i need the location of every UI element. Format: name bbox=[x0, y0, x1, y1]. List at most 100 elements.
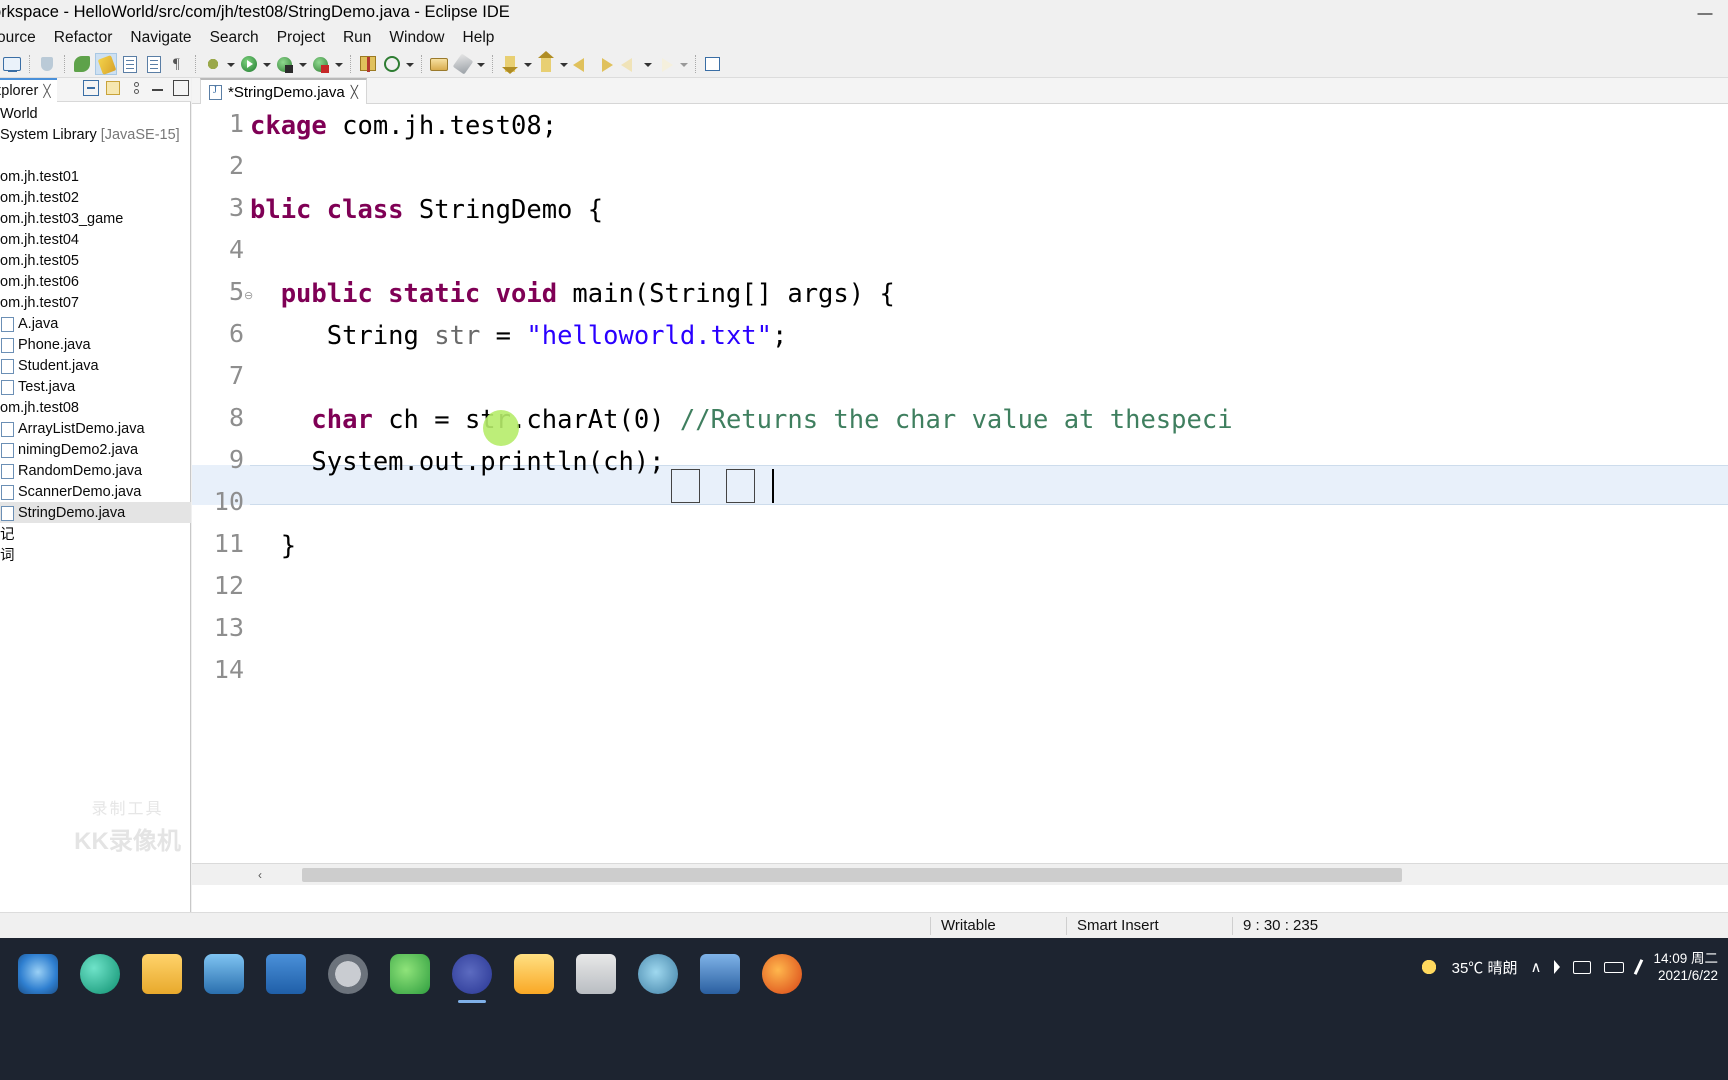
status-insert-mode: Smart Insert bbox=[1077, 917, 1159, 934]
git-dropdown-arrow[interactable] bbox=[404, 53, 416, 75]
tree-item-file-stringdemo-java[interactable]: StringDemo.java bbox=[0, 502, 191, 523]
speaker-mute-icon[interactable] bbox=[1554, 960, 1561, 974]
stop-server-icon[interactable] bbox=[310, 53, 332, 75]
word-icon[interactable] bbox=[266, 954, 306, 994]
import-icon[interactable] bbox=[499, 53, 521, 75]
tree-item-package-test05[interactable]: om.jh.test05 bbox=[0, 250, 191, 271]
sogou-input-icon[interactable] bbox=[514, 954, 554, 994]
next-edit-icon[interactable] bbox=[655, 53, 677, 75]
firefox-icon[interactable] bbox=[762, 954, 802, 994]
tree-item-file-arraylistdemo-java[interactable]: ArrayListDemo.java bbox=[0, 418, 191, 439]
menu-item-refactor[interactable]: Refactor bbox=[45, 27, 122, 49]
external-tools-dropdown-arrow[interactable] bbox=[475, 53, 487, 75]
forward-icon[interactable] bbox=[595, 53, 617, 75]
code-token: ch = str.charAt(0) bbox=[372, 405, 680, 435]
edge-browser-icon[interactable] bbox=[80, 954, 120, 994]
collapse-all-icon[interactable] bbox=[83, 80, 99, 96]
link-with-editor-icon[interactable] bbox=[106, 81, 120, 95]
typora-icon[interactable] bbox=[638, 954, 678, 994]
taskbar-clock[interactable]: 14:09 周二 2021/6/22 bbox=[1653, 950, 1718, 984]
tree-item-file-phone-java[interactable]: Phone.java bbox=[0, 334, 191, 355]
ime-pen-icon[interactable] bbox=[1634, 959, 1644, 975]
code-editor[interactable]: 1 2 3 4 5 ⊖ 6 7 8 9 10 11 12 13 14 ckage… bbox=[192, 105, 1728, 885]
minimize-icon[interactable] bbox=[150, 80, 166, 96]
view-menu-icon[interactable] bbox=[127, 80, 143, 96]
run-icon[interactable] bbox=[238, 53, 260, 75]
next-edit-dropdown-arrow[interactable] bbox=[678, 53, 690, 75]
tree-item-notes[interactable]: 记 bbox=[0, 523, 191, 544]
battery-icon[interactable] bbox=[1604, 961, 1625, 973]
export-dropdown-arrow[interactable] bbox=[558, 53, 570, 75]
server-dropdown-arrow[interactable] bbox=[297, 53, 309, 75]
file-manager-icon[interactable] bbox=[142, 954, 182, 994]
menu-item-help[interactable]: Help bbox=[454, 27, 504, 49]
scrollbar-thumb[interactable] bbox=[302, 868, 1402, 882]
network-icon[interactable] bbox=[1573, 960, 1592, 974]
external-tools-icon[interactable] bbox=[452, 52, 474, 75]
tree-item-file-test-java[interactable]: Test.java bbox=[0, 376, 191, 397]
menu-item-navigate[interactable]: Navigate bbox=[121, 27, 200, 49]
java-file-icon bbox=[0, 421, 14, 437]
virtualbox-icon[interactable] bbox=[700, 954, 740, 994]
open-folder-icon[interactable] bbox=[428, 53, 450, 75]
tree-item-file-scannerdemo-java[interactable]: ScannerDemo.java bbox=[0, 481, 191, 502]
stop-dropdown-arrow[interactable] bbox=[333, 53, 345, 75]
tree-item-project[interactable]: World bbox=[0, 103, 191, 124]
menu-item-window[interactable]: Window bbox=[380, 27, 453, 49]
tree-item-jre-library[interactable]: System Library [JavaSE-15] bbox=[0, 124, 191, 145]
folder-icon[interactable] bbox=[576, 954, 616, 994]
windows-start-icon[interactable] bbox=[18, 954, 58, 994]
tree-item-package-test04[interactable]: om.jh.test04 bbox=[0, 229, 191, 250]
tree-item-file-randomdemo-java[interactable]: RandomDemo.java bbox=[0, 460, 191, 481]
code-content[interactable]: ckage com.jh.test08; blic class StringDe… bbox=[250, 105, 1728, 885]
eclipse-icon[interactable] bbox=[452, 954, 492, 1003]
previous-edit-icon[interactable] bbox=[619, 53, 641, 75]
open-resource-icon[interactable] bbox=[143, 53, 165, 75]
settings-gear-icon[interactable] bbox=[328, 954, 368, 994]
tab-stringdemo-java[interactable]: *StringDemo.java ╳ bbox=[200, 78, 367, 104]
tree-item-package-test08[interactable]: om.jh.test08 bbox=[0, 397, 191, 418]
new-java-project-icon[interactable] bbox=[357, 53, 379, 75]
git-icon[interactable] bbox=[381, 53, 403, 75]
tree-item-package-test01[interactable]: om.jh.test01 bbox=[0, 166, 191, 187]
open-type-icon[interactable] bbox=[119, 53, 141, 75]
menu-item-source[interactable]: ource bbox=[0, 27, 45, 49]
debug-dropdown-arrow[interactable] bbox=[225, 53, 237, 75]
open-perspective-icon[interactable] bbox=[702, 53, 724, 75]
wechat-icon[interactable] bbox=[390, 954, 430, 994]
run-dropdown-arrow[interactable] bbox=[261, 53, 273, 75]
tree-item-package-test03-game[interactable]: om.jh.test03_game bbox=[0, 208, 191, 229]
import-dropdown-arrow[interactable] bbox=[522, 53, 534, 75]
highlight-marker-icon[interactable] bbox=[95, 52, 117, 75]
menu-item-project[interactable]: Project bbox=[268, 27, 334, 49]
back-icon[interactable] bbox=[571, 53, 593, 75]
tree-item-file-nimingdemo2-java[interactable]: nimingDemo2.java bbox=[0, 439, 191, 460]
export-icon[interactable] bbox=[535, 50, 557, 75]
show-whitespace-icon[interactable]: ¶ bbox=[167, 53, 189, 75]
tree-item-package-test06[interactable]: om.jh.test06 bbox=[0, 271, 191, 292]
maximize-icon[interactable] bbox=[173, 80, 189, 96]
chevron-up-icon[interactable]: ∧ bbox=[1530, 958, 1541, 976]
previous-edit-dropdown-arrow[interactable] bbox=[642, 53, 654, 75]
close-icon[interactable]: ╳ bbox=[43, 84, 50, 98]
horizontal-scrollbar[interactable]: ‹ bbox=[192, 863, 1728, 885]
debug-icon[interactable] bbox=[202, 53, 224, 75]
tree-item-file-student-java[interactable]: Student.java bbox=[0, 355, 191, 376]
scroll-left-arrow[interactable]: ‹ bbox=[252, 867, 268, 883]
minimize-button[interactable]: — bbox=[1682, 0, 1728, 26]
menu-item-search[interactable]: Search bbox=[201, 27, 268, 49]
save-icon[interactable] bbox=[71, 53, 93, 75]
tab-package-explorer[interactable]: xplorer ╳ bbox=[0, 78, 57, 102]
java-file-icon bbox=[0, 505, 14, 521]
tree-item-package-test07[interactable]: om.jh.test07 bbox=[0, 292, 191, 313]
search-app-icon[interactable] bbox=[204, 954, 244, 994]
server-icon[interactable] bbox=[274, 53, 296, 75]
tree-item-file-a-java[interactable]: A.java bbox=[0, 313, 191, 334]
weather-status[interactable]: 35℃ 晴朗 bbox=[1452, 957, 1518, 978]
menu-item-run[interactable]: Run bbox=[334, 27, 380, 49]
tree-item-words[interactable]: 词 bbox=[0, 544, 191, 565]
pin-icon[interactable] bbox=[36, 53, 58, 75]
new-window-icon[interactable] bbox=[1, 53, 23, 75]
tree-item-package-test02[interactable]: om.jh.test02 bbox=[0, 187, 191, 208]
close-icon[interactable]: ╳ bbox=[351, 85, 358, 99]
